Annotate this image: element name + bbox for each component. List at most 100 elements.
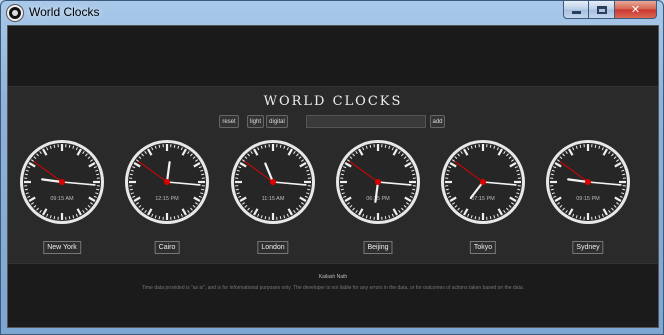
minute-tick: [24, 173, 28, 176]
digital-time: 12:15 PM: [155, 196, 179, 202]
minimize-button[interactable]: [563, 1, 589, 19]
maximize-button[interactable]: [589, 1, 615, 19]
minute-tick: [445, 188, 449, 191]
digital-time: 07:15 PM: [471, 196, 495, 202]
minute-tick: [53, 216, 56, 220]
minute-tick: [622, 173, 626, 176]
minute-tick: [264, 144, 267, 148]
minute-tick: [594, 144, 597, 148]
minute-tick: [474, 216, 477, 220]
minute-tick: [235, 188, 239, 191]
close-button[interactable]: ✕: [615, 1, 657, 19]
city-input[interactable]: [306, 115, 426, 128]
minute-tick: [307, 188, 311, 191]
clock-beijing: 06:15 PM Beijing: [333, 137, 423, 257]
center-pin: [59, 179, 65, 185]
minute-tick: [264, 216, 267, 220]
minute-tick: [579, 144, 582, 148]
minute-tick: [24, 188, 28, 191]
light-button[interactable]: light: [247, 115, 264, 128]
digital-time: 09:15 AM: [50, 196, 74, 202]
minute-tick: [68, 216, 71, 220]
minute-tick: [369, 144, 372, 148]
footer: Kailash Nath Time data provided is "as i…: [8, 264, 658, 327]
city-button[interactable]: London: [257, 241, 289, 254]
analog-clock-face: 09:15 PM: [546, 140, 630, 224]
clock-cairo: 12:15 PM Cairo: [122, 137, 212, 257]
minute-tick: [68, 144, 71, 148]
digital-time: 11:15 AM: [262, 196, 285, 202]
app-clock-icon: [7, 5, 23, 21]
minute-tick: [96, 188, 100, 191]
clock-london: 11:15 AM London: [228, 137, 318, 257]
minute-tick: [445, 173, 449, 176]
minute-tick: [412, 173, 416, 176]
city-button[interactable]: New York: [43, 241, 81, 254]
minute-tick: [517, 173, 521, 176]
minute-tick: [129, 188, 133, 191]
caption-buttons: ✕: [563, 1, 657, 19]
minute-tick: [158, 144, 161, 148]
minute-tick: [474, 144, 477, 148]
clock-new-york: 09:15 AM New York: [17, 137, 107, 257]
analog-clock-face: 09:15 AM: [20, 140, 104, 224]
minute-tick: [622, 188, 626, 191]
minute-tick: [173, 216, 176, 220]
digital-time: 09:15 PM: [576, 196, 600, 202]
city-button[interactable]: Cairo: [154, 241, 180, 254]
clocks-row: 09:15 AM New York 12:15 PM Cairo 11:15 A…: [8, 137, 658, 257]
minute-tick: [579, 216, 582, 220]
minimize-icon: [571, 11, 581, 14]
center-pin: [164, 179, 170, 185]
minute-tick: [340, 173, 344, 176]
minute-tick: [96, 173, 100, 176]
city-button[interactable]: Sydney: [572, 241, 604, 254]
minute-tick: [412, 188, 416, 191]
city-button[interactable]: Beijing: [363, 241, 393, 254]
center-pin: [270, 179, 276, 185]
clocks-panel: WORLD CLOCKS reset light digital add 09:…: [8, 86, 658, 264]
header-band: [8, 26, 658, 86]
minute-tick: [517, 188, 521, 191]
page-title: WORLD CLOCKS: [263, 94, 403, 109]
add-button[interactable]: add: [430, 115, 445, 128]
analog-clock-face: 07:15 PM: [441, 140, 525, 224]
minute-tick: [550, 173, 554, 176]
center-pin: [375, 179, 381, 185]
minute-tick: [489, 144, 492, 148]
clock-sydney: 09:15 PM Sydney: [543, 137, 633, 257]
minute-tick: [53, 144, 56, 148]
minute-tick: [594, 216, 597, 220]
clock-tokyo: 07:15 PM Tokyo: [438, 137, 528, 257]
city-button[interactable]: Tokyo: [469, 241, 497, 254]
toolbar: reset light digital add: [8, 115, 658, 129]
app-window: World Clocks ✕ WORLD CLOCKS reset light …: [0, 0, 664, 335]
minute-tick: [279, 216, 282, 220]
minute-tick: [384, 144, 387, 148]
digital-button[interactable]: digital: [266, 115, 288, 128]
minute-tick: [384, 216, 387, 220]
center-pin: [585, 179, 591, 185]
window-title: World Clocks: [29, 5, 100, 19]
close-icon: ✕: [630, 3, 641, 16]
minute-tick: [279, 144, 282, 148]
minute-tick: [235, 173, 239, 176]
maximize-icon: [596, 5, 607, 14]
analog-clock-face: 06:15 PM: [336, 140, 420, 224]
minute-tick: [201, 173, 205, 176]
footer-author: Kailash Nath: [318, 274, 348, 280]
digital-time: 06:15 PM: [366, 196, 390, 202]
minute-tick: [307, 173, 311, 176]
reset-button[interactable]: reset: [219, 115, 239, 128]
minute-tick: [129, 173, 133, 176]
minute-tick: [173, 144, 176, 148]
minute-tick: [201, 188, 205, 191]
footer-disclaimer: Time data provided is "as is", and is fo…: [142, 285, 524, 291]
minute-tick: [550, 188, 554, 191]
minute-tick: [158, 216, 161, 220]
title-bar[interactable]: World Clocks ✕: [1, 1, 663, 25]
client-area: WORLD CLOCKS reset light digital add 09:…: [7, 25, 659, 328]
minute-tick: [489, 216, 492, 220]
minute-tick: [340, 188, 344, 191]
analog-clock-face: 12:15 PM: [125, 140, 209, 224]
